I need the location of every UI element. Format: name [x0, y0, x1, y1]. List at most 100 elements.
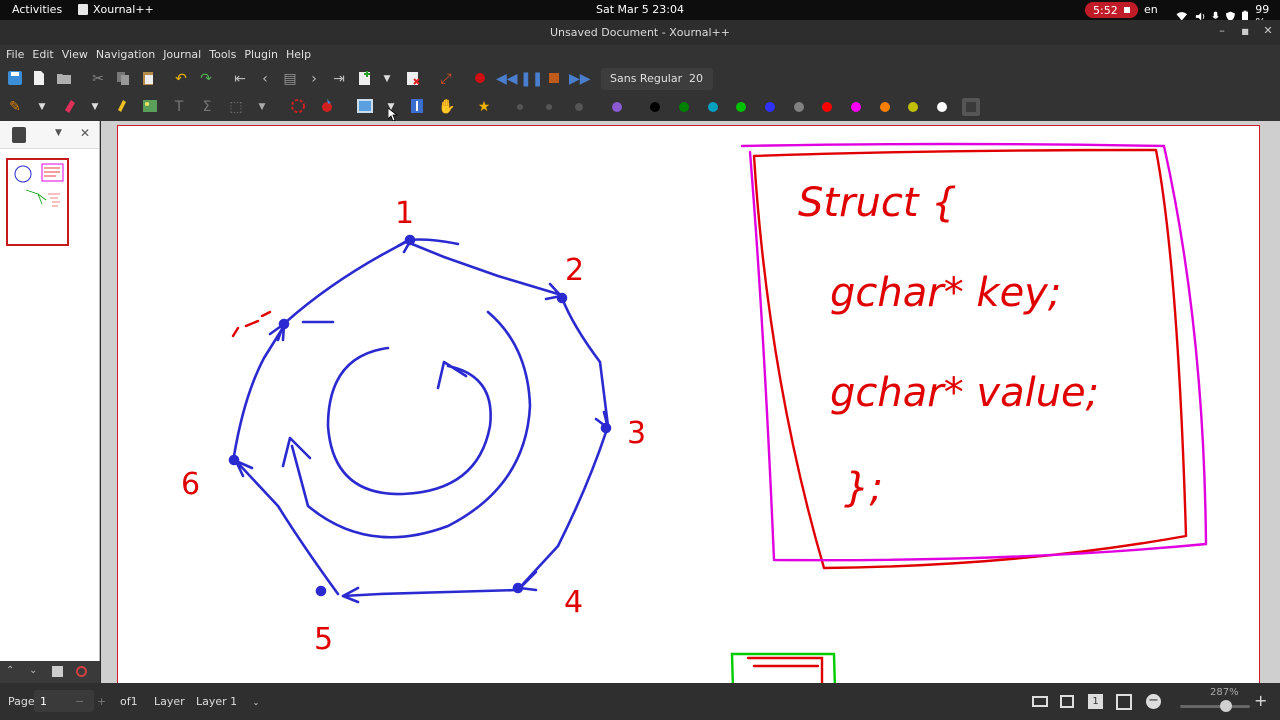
select-object-icon[interactable] — [318, 98, 336, 116]
cycle-labels: 1 2 3 4 5 6 — [181, 196, 646, 657]
page-thumbnail[interactable] — [6, 158, 69, 246]
delete-page-icon[interactable] — [404, 70, 422, 88]
vertical-scrollbar[interactable] — [1260, 121, 1280, 683]
document-page[interactable]: 1 2 3 4 5 6 Struct { gchar* key; gchar* … — [117, 125, 1260, 683]
copy-page-icon[interactable] — [52, 666, 63, 677]
cut-icon[interactable]: ✂ — [89, 70, 107, 88]
chevron-down-icon[interactable]: ▼ — [378, 70, 396, 88]
previous-page-icon[interactable]: ‹ — [256, 70, 274, 88]
chevron-down-icon[interactable]: ▼ — [86, 98, 104, 116]
menu-plugin[interactable]: Plugin — [244, 45, 286, 65]
color-red[interactable] — [822, 102, 832, 112]
select-region-icon[interactable] — [289, 98, 307, 116]
red-annotations — [231, 148, 1188, 570]
cycle-label-1: 1 — [395, 196, 414, 231]
page-one-icon[interactable]: 1 — [1088, 694, 1103, 709]
seek-forward-icon[interactable]: ▶▶ — [569, 70, 591, 88]
color-yellow[interactable] — [908, 102, 918, 112]
eraser-icon[interactable] — [60, 98, 78, 116]
insert-page-icon[interactable] — [356, 70, 374, 88]
zoom-fit-icon[interactable] — [1116, 694, 1132, 710]
zoom-slider[interactable] — [1180, 705, 1250, 708]
color-blue[interactable] — [765, 102, 775, 112]
delete-page-sidebar-icon[interactable] — [76, 666, 87, 677]
pause-icon[interactable]: ❚❚ — [520, 70, 543, 88]
menu-edit[interactable]: Edit — [32, 45, 61, 65]
fill-icon[interactable] — [612, 102, 622, 112]
open-folder-icon[interactable] — [55, 70, 73, 88]
green-box — [730, 652, 837, 683]
image-icon[interactable] — [141, 98, 159, 116]
first-page-icon[interactable]: ⇤ — [231, 70, 249, 88]
hand-icon[interactable]: ✋ — [438, 98, 456, 116]
page-number-input[interactable]: 1 — [34, 690, 94, 712]
highlighter-icon[interactable] — [112, 98, 130, 116]
zoom-in-icon[interactable]: + — [1254, 691, 1267, 710]
color-black[interactable] — [650, 102, 660, 112]
chevron-down-icon[interactable]: ▼ — [253, 98, 271, 116]
zoom-slider-handle[interactable] — [1220, 700, 1232, 712]
paste-icon[interactable] — [139, 70, 157, 88]
goto-page-icon[interactable]: ▤ — [281, 70, 299, 88]
color-white[interactable] — [937, 102, 947, 112]
menu-journal[interactable]: Journal — [163, 45, 209, 65]
stop-icon[interactable] — [545, 70, 563, 88]
page-increment-icon[interactable]: + — [97, 695, 106, 708]
color-light-green[interactable] — [736, 102, 746, 112]
struct-line-2: gchar* key; — [830, 270, 1061, 316]
window-title-bar: Unsaved Document - Xournal++ – ■ ✕ — [0, 20, 1280, 45]
maximize-button[interactable]: ■ — [1237, 24, 1253, 40]
page-down-icon[interactable]: ⌄ — [29, 665, 37, 676]
close-sidebar-icon[interactable]: ✕ — [80, 126, 90, 140]
sidebar-header: ▼ ✕ — [0, 121, 99, 149]
thick-size-icon[interactable] — [575, 103, 583, 111]
font-selector[interactable]: Sans Regular 20 — [601, 68, 713, 90]
medium-size-icon[interactable] — [546, 104, 552, 110]
cycle-label-3: 3 — [627, 416, 646, 451]
menu-help[interactable]: Help — [286, 45, 319, 65]
vertical-space-icon[interactable] — [408, 98, 426, 116]
color-magenta[interactable] — [851, 102, 861, 112]
select-color-button[interactable] — [962, 98, 980, 116]
close-window-button[interactable]: ✕ — [1260, 24, 1276, 40]
paired-pages-icon[interactable] — [1060, 695, 1074, 708]
seek-backward-icon[interactable]: ◀◀ — [496, 70, 518, 88]
last-page-icon[interactable]: ⇥ — [330, 70, 348, 88]
minimize-button[interactable]: – — [1214, 24, 1230, 40]
layer-selector[interactable]: Layer 1 ⌄ — [196, 695, 259, 708]
text-tool-icon[interactable]: T — [170, 98, 188, 116]
menu-view[interactable]: View — [62, 45, 96, 65]
latex-icon[interactable]: Σ — [198, 98, 216, 116]
chevron-down-icon[interactable]: ▼ — [55, 128, 62, 138]
play-object-icon[interactable]: ★ — [475, 98, 493, 116]
save-icon[interactable] — [6, 70, 24, 88]
undo-icon[interactable]: ↶ — [172, 70, 190, 88]
color-gray[interactable] — [794, 102, 804, 112]
next-page-icon[interactable]: › — [305, 70, 323, 88]
copy-icon[interactable] — [114, 70, 132, 88]
select-rectangle-icon[interactable] — [356, 98, 374, 116]
color-light-blue[interactable] — [708, 102, 718, 112]
color-orange[interactable] — [880, 102, 890, 112]
record-audio-icon[interactable] — [471, 70, 489, 88]
fullscreen-icon[interactable]: ⤢ — [437, 70, 455, 88]
chevron-down-icon[interactable]: ▼ — [33, 98, 51, 116]
language-indicator[interactable]: en — [1144, 3, 1158, 16]
fine-size-icon[interactable] — [517, 104, 523, 110]
menu-tools[interactable]: Tools — [209, 45, 244, 65]
shape-tool-icon[interactable]: ⬚ — [227, 98, 245, 116]
screen-recording-indicator[interactable]: 5:52 — [1085, 2, 1138, 18]
page-preview-icon[interactable] — [12, 127, 26, 143]
zoom-out-icon[interactable]: − — [1146, 694, 1161, 709]
redo-icon[interactable]: ↷ — [197, 70, 215, 88]
handwritten-drawing: 1 2 3 4 5 6 Struct { gchar* key; gchar* … — [181, 142, 1208, 683]
new-document-icon[interactable] — [30, 70, 48, 88]
document-canvas[interactable]: 1 2 3 4 5 6 Struct { gchar* key; gchar* … — [101, 121, 1280, 683]
menu-file[interactable]: File — [6, 45, 32, 65]
pen-icon[interactable]: ✎ — [6, 98, 24, 116]
menu-navigation[interactable]: Navigation — [96, 45, 163, 65]
color-green[interactable] — [679, 102, 689, 112]
page-up-icon[interactable]: ⌃ — [6, 665, 14, 676]
page-decrement-icon[interactable]: − — [75, 695, 84, 708]
layout-icon[interactable] — [1032, 696, 1048, 707]
